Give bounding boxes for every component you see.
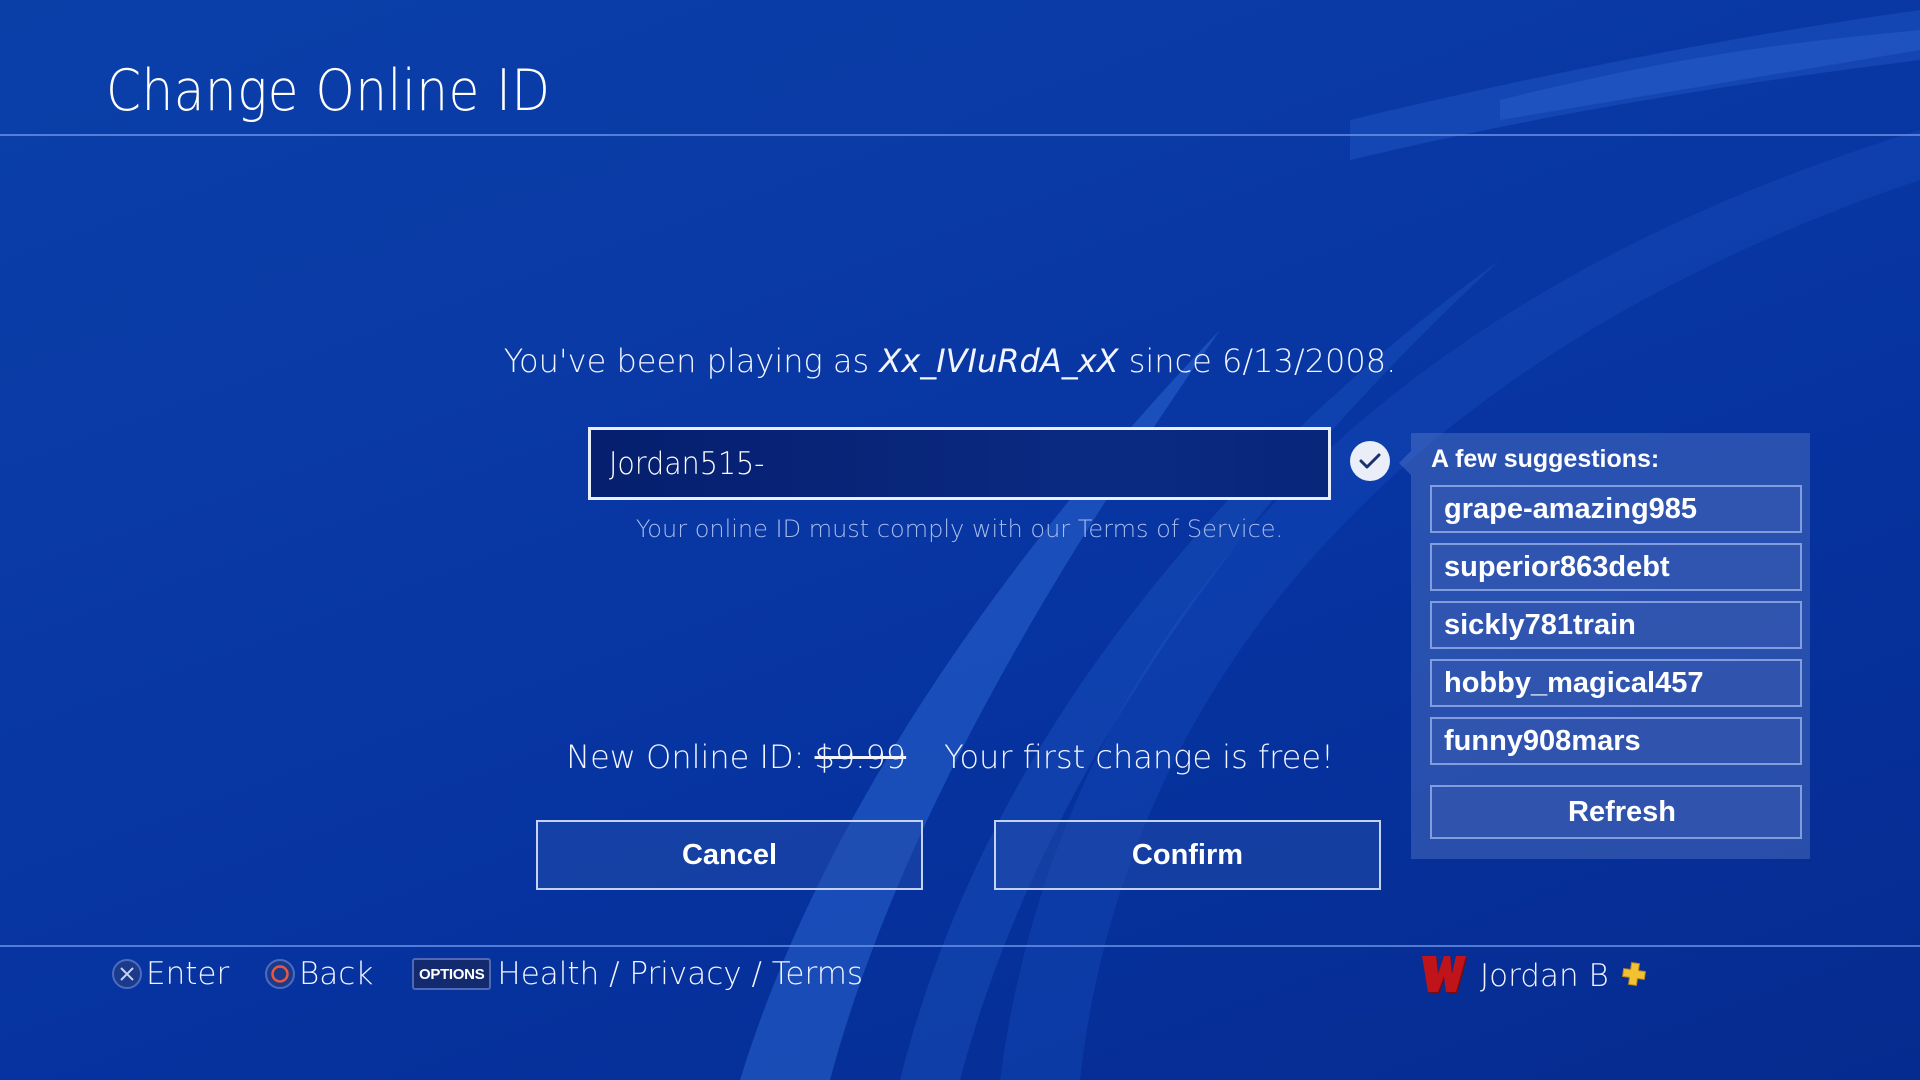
cross-button-icon (112, 959, 142, 989)
hint-back: Back (265, 956, 373, 992)
playstation-plus-icon (1621, 961, 1647, 991)
suggestion-item[interactable]: grape-amazing985 (1430, 485, 1802, 533)
options-button-icon: OPTIONS (412, 958, 492, 990)
current-online-id: Xx_IVIuRdA_xX (879, 342, 1119, 380)
hint-label: Back (299, 956, 374, 992)
user-name: Jordan B (1480, 958, 1609, 994)
suggestion-label: hobby_magical457 (1444, 666, 1704, 699)
refresh-suggestions-button[interactable]: Refresh (1430, 785, 1802, 839)
suggestions-pointer (1399, 451, 1411, 475)
terms-of-service-note: Your online ID must comply with our Term… (635, 515, 1284, 543)
page-title: Change Online ID (106, 58, 551, 124)
suggestion-item[interactable]: superior863debt (1430, 543, 1802, 591)
cancel-button[interactable]: Cancel (536, 820, 923, 890)
hint-enter: Enter (112, 956, 229, 992)
original-price: $9.99 (814, 738, 907, 776)
price-statement: New Online ID: $9.99 Your first change is… (0, 738, 1900, 776)
playing-suffix: since 6/13/2008. (1118, 342, 1397, 380)
footer-divider (0, 945, 1920, 947)
suggestion-label: grape-amazing985 (1444, 492, 1698, 525)
suggestion-item[interactable]: sickly781train (1430, 601, 1802, 649)
online-id-input-value: Jordan515- (609, 446, 765, 482)
suggestions-title: A few suggestions: (1431, 445, 1660, 473)
suggestion-label: superior863debt (1444, 550, 1670, 583)
current-id-statement: You've been playing as Xx_IVIuRdA_xX sin… (0, 342, 1900, 380)
checkmark-icon (1350, 441, 1390, 481)
suggestion-label: sickly781train (1444, 608, 1636, 641)
header-divider (0, 134, 1920, 136)
suggestion-item[interactable]: hobby_magical457 (1430, 659, 1802, 707)
hint-options: OPTIONS Health / Privacy / Terms (412, 956, 863, 992)
online-id-input[interactable]: Jordan515- (588, 427, 1331, 500)
hint-label: Enter (146, 956, 230, 992)
confirm-button[interactable]: Confirm (994, 820, 1381, 890)
circle-button-icon (265, 959, 295, 989)
hint-label: Health / Privacy / Terms (497, 956, 864, 992)
user-profile: Jordan B (1418, 952, 1647, 1000)
suggestions-panel: A few suggestions: grape-amazing985 supe… (1399, 433, 1810, 859)
playing-prefix: You've been playing as (503, 342, 880, 380)
free-change-note: Your first change is free! (944, 738, 1334, 776)
footer-bar: Enter Back OPTIONS Health / Privacy / Te… (0, 948, 1920, 1008)
wisconsin-w-avatar (1418, 952, 1468, 1000)
price-label: New Online ID: (566, 738, 815, 776)
